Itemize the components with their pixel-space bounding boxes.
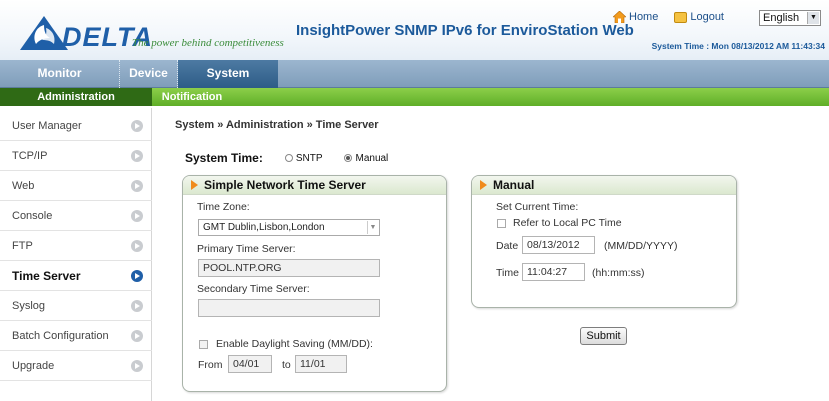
sidebar-item-time-server[interactable]: Time Server bbox=[0, 261, 152, 291]
radio-button bbox=[284, 154, 293, 162]
language-select[interactable]: English ▼ bbox=[759, 10, 821, 26]
primary-server-input[interactable]: POOL.NTP.ORG bbox=[198, 259, 380, 277]
submit-button[interactable]: Submit bbox=[580, 327, 627, 345]
sidebar-item-console[interactable]: Console bbox=[0, 201, 152, 231]
logout-label: Logout bbox=[690, 11, 724, 23]
manual-panel: Manual Set Current Time: Refer to Local … bbox=[471, 175, 737, 308]
sntp-panel-title: Simple Network Time Server bbox=[204, 177, 366, 192]
language-value: English bbox=[763, 12, 800, 24]
arrow-right-icon bbox=[131, 150, 143, 162]
set-current-time-label: Set Current Time: bbox=[496, 201, 579, 213]
radio-manual-label: Manual bbox=[355, 152, 389, 164]
sidebar-item-user-manager[interactable]: User Manager bbox=[0, 111, 152, 141]
date-format-hint: (MM/DD/YYYY) bbox=[604, 240, 678, 252]
from-label: From bbox=[198, 359, 223, 371]
system-time-mode: System Time: SNTP Manual bbox=[185, 151, 410, 165]
tab-device[interactable]: Device bbox=[120, 60, 178, 88]
date-label: Date bbox=[496, 240, 519, 252]
time-format-hint: (hh:mm:ss) bbox=[592, 267, 645, 279]
brand-tagline: The power behind competitiveness bbox=[132, 37, 284, 49]
time-zone-value: GMT Dublin,Lisbon,London bbox=[203, 222, 325, 233]
header: DELTA The power behind competitiveness I… bbox=[0, 0, 829, 60]
refer-local-pc-checkbox[interactable] bbox=[497, 219, 506, 228]
refer-local-pc-label: Refer to Local PC Time bbox=[513, 217, 622, 229]
tab-notification[interactable]: Notification bbox=[152, 88, 232, 106]
daylight-saving-checkbox[interactable] bbox=[199, 340, 208, 349]
dst-to-input[interactable]: 11/01 bbox=[295, 355, 347, 373]
date-input[interactable]: 08/13/2012 bbox=[522, 236, 595, 254]
product-title: InsightPower SNMP IPv6 for EnviroStation… bbox=[296, 22, 634, 39]
sidebar-item-label: User Manager bbox=[12, 120, 82, 132]
sidebar-item-label: FTP bbox=[12, 240, 33, 252]
manual-panel-header: Manual bbox=[472, 176, 736, 195]
to-label: to bbox=[282, 359, 291, 371]
radio-button bbox=[344, 154, 353, 162]
sidebar-item-syslog[interactable]: Syslog bbox=[0, 291, 152, 321]
sidebar-item-label: Web bbox=[12, 180, 35, 192]
arrow-right-icon bbox=[131, 240, 143, 252]
home-label: Home bbox=[629, 11, 659, 23]
arrow-right-icon bbox=[131, 180, 143, 192]
system-time-label: System Time: bbox=[185, 151, 263, 165]
breadcrumb: System » Administration » Time Server bbox=[175, 119, 379, 131]
chevron-down-icon: ▼ bbox=[367, 221, 378, 234]
chevron-down-icon: ▼ bbox=[807, 12, 819, 24]
radio-manual[interactable]: Manual bbox=[344, 153, 388, 164]
arrow-right-icon bbox=[131, 300, 143, 312]
manual-panel-title: Manual bbox=[493, 177, 535, 192]
arrow-right-icon bbox=[131, 270, 143, 282]
sidebar-item-label: Upgrade bbox=[12, 360, 55, 372]
sidebar-item-tcpip[interactable]: TCP/IP bbox=[0, 141, 152, 171]
sntp-panel: Simple Network Time Server Time Zone: GM… bbox=[182, 175, 447, 392]
triangle-right-icon bbox=[480, 180, 487, 190]
sidebar-item-ftp[interactable]: FTP bbox=[0, 231, 152, 261]
page: DELTA The power behind competitiveness I… bbox=[0, 0, 829, 401]
tab-system[interactable]: System bbox=[178, 60, 278, 88]
arrow-right-icon bbox=[131, 210, 143, 222]
sidebar-item-label: TCP/IP bbox=[12, 150, 48, 162]
primary-server-label: Primary Time Server: bbox=[197, 243, 296, 255]
triangle-right-icon bbox=[191, 180, 198, 190]
secondary-server-input[interactable] bbox=[198, 299, 380, 317]
sidebar-item-label: Batch Configuration bbox=[12, 330, 109, 342]
logout-link[interactable]: Logout bbox=[674, 11, 724, 23]
arrow-right-icon bbox=[131, 120, 143, 132]
sidebar-item-batch-configuration[interactable]: Batch Configuration bbox=[0, 321, 152, 351]
radio-sntp-label: SNTP bbox=[295, 152, 323, 164]
top-links: Home Logout bbox=[613, 11, 724, 23]
dst-from-input[interactable]: 04/01 bbox=[228, 355, 272, 373]
sidebar-item-label: Time Server bbox=[12, 269, 81, 283]
time-input[interactable]: 11:04:27 bbox=[522, 263, 585, 281]
sidebar-item-web[interactable]: Web bbox=[0, 171, 152, 201]
sidebar-item-label: Console bbox=[12, 210, 53, 222]
sntp-panel-header: Simple Network Time Server bbox=[183, 176, 446, 195]
main-nav: Monitor Device System bbox=[0, 60, 829, 88]
tab-administration[interactable]: Administration bbox=[0, 88, 152, 106]
logout-icon bbox=[674, 11, 688, 23]
tab-monitor[interactable]: Monitor bbox=[0, 60, 120, 88]
arrow-right-icon bbox=[131, 330, 143, 342]
home-link[interactable]: Home bbox=[613, 11, 658, 23]
secondary-server-label: Secondary Time Server: bbox=[197, 283, 310, 295]
home-icon bbox=[613, 11, 626, 23]
sidebar-item-label: Syslog bbox=[12, 300, 46, 312]
sidebar-item-upgrade[interactable]: Upgrade bbox=[0, 351, 152, 381]
arrow-right-icon bbox=[131, 360, 143, 372]
time-zone-select[interactable]: GMT Dublin,Lisbon,London ▼ bbox=[198, 219, 380, 236]
time-zone-label: Time Zone: bbox=[197, 201, 250, 213]
radio-sntp[interactable]: SNTP bbox=[284, 152, 323, 164]
time-label: Time bbox=[496, 267, 519, 279]
sub-nav: Administration Notification bbox=[0, 88, 829, 106]
sidebar: User Manager TCP/IP Web Console FTP Time… bbox=[0, 108, 152, 401]
daylight-saving-label: Enable Daylight Saving (MM/DD): bbox=[216, 338, 373, 350]
system-time-readout: System Time : Mon 08/13/2012 AM 11:43:34 bbox=[651, 41, 825, 51]
